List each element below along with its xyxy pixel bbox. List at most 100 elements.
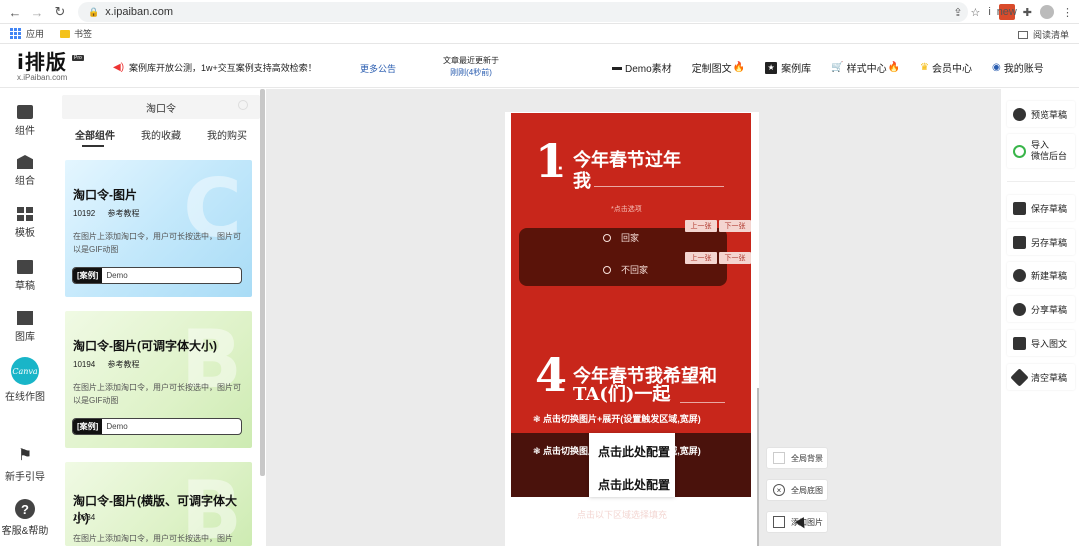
bookmark-star-icon[interactable]: ☆ xyxy=(970,6,980,19)
site-header: i排版 x.iPaiban.com Pro ◀) 案例库开放公测，1w+交互案例… xyxy=(0,45,1079,88)
panel-tabs: 全部组件 我的收藏 我的购买 xyxy=(62,127,260,147)
share-icon[interactable]: ⇪ xyxy=(953,6,962,19)
crown-icon: ♛ xyxy=(920,62,930,73)
rail-drafts[interactable]: 草稿 xyxy=(0,260,50,292)
question-title: TA(们)一起 xyxy=(573,384,671,405)
nav-my-account[interactable]: ◉ 我的账号 xyxy=(992,60,1044,75)
component-card[interactable]: C 淘口令-图片 10192 参考教程 在图片上添加淘口令，用户可长按选中，图片… xyxy=(65,160,252,297)
url-text: x.ipaiban.com xyxy=(105,6,174,18)
faded-caption: 点击以下区域选择填充 xyxy=(577,510,668,520)
share-draft-button[interactable]: 分享草稿 xyxy=(1007,296,1075,322)
save-draft-button[interactable]: 保存草稿 xyxy=(1007,195,1075,221)
card-demo-link[interactable]: [案例] Demo xyxy=(72,267,242,284)
hint-text: *点击选项 xyxy=(611,206,642,213)
address-bar[interactable]: 🔒 x.ipaiban.com xyxy=(78,2,968,22)
card-demo-link[interactable]: [案例] Demo xyxy=(72,418,242,435)
more-announcements-link[interactable]: 更多公告 xyxy=(360,62,396,75)
left-rail: 组件 组合 模板 草稿 图库 Canva 在线作图 ⚑ 新手引导 ? 客服&帮助 xyxy=(0,89,55,546)
import-article-button[interactable]: 导入图文 xyxy=(1007,330,1075,356)
rail-combos[interactable]: 组合 xyxy=(0,155,50,187)
next-button[interactable]: 下一张 xyxy=(719,220,751,232)
user-icon: ◉ xyxy=(992,62,1001,73)
puzzle-icon xyxy=(17,105,33,119)
global-background-button[interactable]: 全局背景 xyxy=(766,447,828,469)
background-swatch-icon xyxy=(773,452,785,464)
save-icon xyxy=(1013,201,1026,215)
nav-custom-article[interactable]: 定制图文 🔥 xyxy=(692,60,745,75)
nav-case-library[interactable]: ★ 案例库 xyxy=(765,60,811,75)
rail-beginner-guide[interactable]: ⚑ 新手引导 xyxy=(0,445,50,483)
kebab-menu-icon[interactable]: ⋮ xyxy=(1062,6,1073,19)
fire-icon: 🔥 xyxy=(732,62,746,73)
bookmark-folder[interactable]: 书签 xyxy=(60,27,92,40)
puzzle-extensions-icon[interactable]: ✚ xyxy=(1023,6,1032,19)
extension-badge-icon[interactable]: new xyxy=(997,4,1017,20)
tutorial-link[interactable]: 参考教程 xyxy=(107,360,139,369)
card-meta: 10834 xyxy=(73,513,96,522)
close-circle-icon: × xyxy=(773,484,785,496)
info-icon[interactable]: i xyxy=(988,6,990,18)
reading-list-button[interactable]: 阅读清单 xyxy=(1017,28,1069,41)
cart-icon: 🛒 xyxy=(831,62,844,73)
reading-list-icon xyxy=(1017,30,1028,39)
nav-member-center[interactable]: ♛ 会员中心 xyxy=(920,60,972,75)
new-draft-button[interactable]: 新建草稿 xyxy=(1007,262,1075,288)
wechat-sync-icon xyxy=(1013,144,1026,158)
panel-scrollbar[interactable] xyxy=(260,89,265,476)
nav-demo-materials[interactable]: ▬ Demo素材 xyxy=(612,60,672,75)
combine-icon xyxy=(17,155,33,169)
update-status: 文章最近更新于 刚刚(4秒前) xyxy=(443,56,499,77)
card-description: 在图片上添加淘口令，用户可长按选中，图片 xyxy=(73,534,233,543)
right-sidebar: 预览草稿 导入 微信后台 保存草稿 另存草稿 新建草稿 分享草稿 导入图文 清空… xyxy=(1002,89,1079,546)
search-input[interactable]: 淘口令 xyxy=(62,95,260,119)
component-card[interactable]: B 淘口令-图片(可调字体大小) 10194 参考教程 在图片上添加淘口令，用户… xyxy=(65,311,252,448)
search-icon[interactable] xyxy=(238,100,248,110)
rail-templates[interactable]: 模板 xyxy=(0,207,50,239)
announcement[interactable]: ◀) 案例库开放公测，1w+交互案例支持高效检索！ xyxy=(113,61,317,74)
rail-online-design[interactable]: Canva 在线作图 xyxy=(0,357,50,403)
plus-circle-icon xyxy=(1013,268,1026,282)
nav-style-center[interactable]: 🛒 样式中心 🔥 xyxy=(831,60,900,75)
card-description: 在图片上添加淘口令，用户可长按选中，图片可以是GIF动图 xyxy=(73,232,241,254)
rail-components[interactable]: 组件 xyxy=(0,105,50,137)
tutorial-link[interactable]: 参考教程 xyxy=(107,209,139,218)
toggle-config-line[interactable]: ❃ 点击切换图片+展开(设置触发区域,宽屏) xyxy=(533,412,701,425)
eye-icon xyxy=(1013,107,1026,121)
card-title: 淘口令-图片 xyxy=(73,188,137,202)
rail-gallery[interactable]: 图库 xyxy=(0,311,50,343)
star-box-icon: ★ xyxy=(765,61,778,74)
site-logo[interactable]: i排版 x.iPaiban.com Pro xyxy=(17,52,84,82)
rail-help[interactable]: ? 客服&帮助 xyxy=(0,499,50,537)
clear-draft-button[interactable]: 清空草稿 xyxy=(1007,364,1075,390)
case-badge: [案例] xyxy=(73,268,103,283)
tab-my-favorites[interactable]: 我的收藏 xyxy=(128,127,194,147)
import-wechat-button[interactable]: 导入 微信后台 xyxy=(1007,134,1075,168)
draft-icon xyxy=(17,260,33,274)
card-title: 淘口令-图片(可调字体大小) xyxy=(73,339,217,353)
pro-badge: Pro xyxy=(72,55,84,61)
bookmark-apps[interactable]: 应用 xyxy=(10,27,44,40)
canva-logo-icon: Canva xyxy=(11,357,39,385)
preview-draft-button[interactable]: 预览草稿 xyxy=(1007,101,1075,127)
config-label[interactable]: 点击此处配置 xyxy=(594,443,674,460)
card-meta: 10194 参考教程 xyxy=(73,360,140,369)
prev-button[interactable]: 上一张 xyxy=(685,252,717,264)
folder-icon xyxy=(60,29,71,38)
profile-avatar[interactable] xyxy=(1040,5,1054,19)
back-icon[interactable]: ← xyxy=(4,1,26,23)
config-label[interactable]: 点击此处配置 xyxy=(594,476,674,493)
radio-icon xyxy=(603,233,611,242)
forward-icon[interactable]: → xyxy=(26,1,48,23)
canvas-scrollbar[interactable] xyxy=(757,388,759,546)
component-panel: 淘口令 全部组件 我的收藏 我的购买 C 淘口令-图片 10192 参考教程 在… xyxy=(62,89,260,546)
reload-icon[interactable]: ↻ xyxy=(49,1,71,23)
prev-button[interactable]: 上一张 xyxy=(685,220,717,232)
global-base-image-button[interactable]: × 全局底图 xyxy=(766,479,828,501)
next-button[interactable]: 下一张 xyxy=(719,252,751,264)
tab-my-purchases[interactable]: 我的购买 xyxy=(194,127,260,147)
save-as-draft-button[interactable]: 另存草稿 xyxy=(1007,229,1075,255)
tab-all-components[interactable]: 全部组件 xyxy=(62,127,128,147)
component-card[interactable]: B 淘口令-图片(横版、可调字体大小) 10834 在图片上添加淘口令，用户可长… xyxy=(65,462,252,546)
option-not-home[interactable]: 不回家 xyxy=(603,263,648,276)
option-go-home[interactable]: 回家 xyxy=(603,231,639,244)
